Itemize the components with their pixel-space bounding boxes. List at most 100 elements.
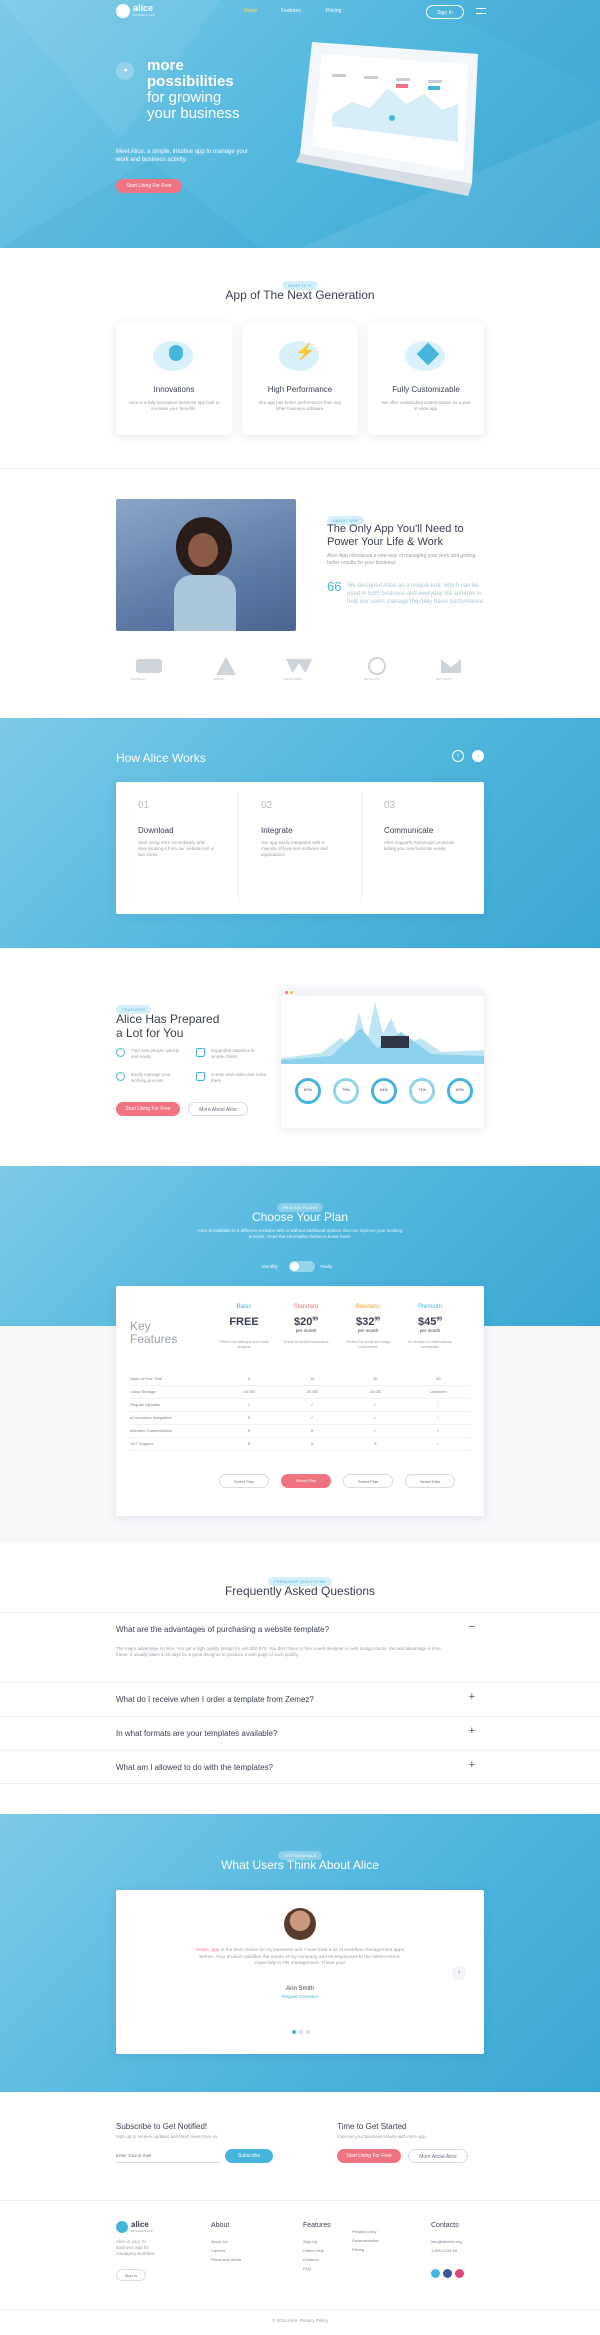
logo-text[interactable]: alice [133,3,153,13]
footer-link[interactable]: Online Help [303,2246,331,2255]
footer-link[interactable]: About Us [211,2237,241,2246]
plan-note: Great for small businesses [283,1340,329,1344]
reviewer-name: Ann Smith [286,1986,314,1992]
plus-icon: + [468,1725,475,1737]
step-title: Download [138,826,174,835]
minus-icon: − [468,1621,475,1633]
footer-column: About About Us Careers Press and Media [211,2221,241,2264]
plan-column: Premium $4599 per month #1 choice for inter… [402,1304,458,1350]
menu-icon[interactable] [476,8,486,14]
about-title: The Only App You'll Need to Power Your L… [327,523,464,548]
step-title: Communicate [384,826,434,835]
footer-link[interactable]: FAQ [303,2264,331,2273]
feature-value: ✕ [343,1437,407,1451]
feature-value: ✕ [280,1424,344,1438]
footer-link[interactable]: Features [303,2255,331,2264]
stats-icon [196,1048,205,1057]
faq-item[interactable]: What are the advantages of purchasing a … [0,1612,600,1646]
table-row: Regular Updates ✓ ✓ ✓ ✓ [130,1398,470,1412]
play-icon[interactable]: ◂ [116,62,134,80]
more-about-button[interactable]: More About Alice [188,1102,248,1116]
footer-sign-in-button[interactable]: Sign In [116,2269,146,2281]
footer-link[interactable]: Sign Up [303,2237,331,2246]
subscribe-button[interactable]: Subscribe [225,2149,273,2163]
footer-column: Contacts info@alicebiz.org 1-800-1234-56 [431,2221,462,2255]
table-row: Cloud Storage 15 GB 20 GB 40 GB Unlimited [130,1385,470,1399]
gauge-value: 54% [379,1087,388,1092]
prev-arrow-icon[interactable]: ‹ [452,750,464,762]
quote-icon: 66 [327,579,342,594]
feature-value: ✕ [217,1424,281,1438]
gauge-value: 79% [341,1087,350,1092]
instagram-icon[interactable] [455,2269,464,2278]
dashboard-screenshot: 62% 79% 54% 71% 63% [281,988,484,1128]
hexagon-logo-icon [368,657,386,675]
testimonial-card: #Alice_app is the best choice for my bus… [116,1890,484,2054]
select-plan-button[interactable]: Select Plan [343,1474,393,1488]
step-number: 01 [138,800,150,811]
select-plan-button[interactable]: Select Plan [219,1474,269,1488]
footer-link[interactable]: 1-800-1234-56 [431,2246,462,2255]
plan-note: Perfect for startups and small projects [219,1340,269,1349]
feature-value: ✕ [217,1437,281,1451]
next-arrow-icon[interactable]: › [452,1966,466,1980]
feature-label: Regular Updates [130,1398,218,1412]
faq-item[interactable]: In what formats are your templates avail… [0,1716,600,1750]
footer-link[interactable]: Careers [211,2246,241,2255]
feature-value: ✓ [217,1398,281,1412]
start-text: Improve your business results with Alice… [337,2134,427,2139]
nav-features[interactable]: Features [281,8,301,14]
footer-logo-subtitle: BUSINESS APP [131,2229,153,2233]
feature-value: 15 GB [217,1385,281,1399]
carousel-dot[interactable] [306,2030,310,2034]
windturbo-logo-icon [286,659,312,673]
feature-card-innovations: Innovations Alice is a fully innovative … [116,323,232,435]
feature-value: ✓ [280,1398,344,1412]
email-input[interactable] [116,2149,220,2163]
sign-in-button[interactable]: Sign In [426,5,464,19]
start-title: Time to Get Started [337,2122,407,2131]
hero-headline: more possibilities for growing your busines… [147,57,240,122]
plan-price: $4599 [418,1316,442,1328]
footer-link[interactable]: Press and Media [211,2255,241,2264]
footer-logo-icon[interactable] [116,2221,128,2233]
select-plan-button[interactable]: Select Plan [281,1474,331,1488]
step-number: 03 [384,800,396,811]
next-arrow-icon[interactable]: › [472,750,484,762]
footer-link[interactable]: Documentation [352,2236,379,2245]
prepared-cta-button[interactable]: Start Using For Free [116,1102,180,1116]
footer-link[interactable]: Privacy policy [352,2227,379,2236]
table-row: eCommerce Integration ✕ ✓ ✓ ✓ [130,1411,470,1425]
area-chart [281,1002,484,1064]
plan-name: Business [355,1304,381,1310]
feature-value: ✓ [343,1398,407,1412]
vertex-logo-icon [216,657,236,675]
hero-cta-button[interactable]: Start Using For Free [116,179,182,193]
carousel-dot[interactable] [299,2030,303,2034]
plan-column: Basic FREE Perfect for startups and small … [216,1304,272,1350]
step-text: Start using Alice immediately after down… [138,840,215,857]
billing-toggle[interactable] [289,1261,315,1272]
faq-item[interactable]: What do I receive when I order a templat… [0,1682,600,1716]
footer-heading: Features [303,2222,331,2229]
logo-icon[interactable] [116,4,130,18]
feature-item: Create new tasks and solve them [211,1072,267,1083]
feature-value: ✓ [406,1437,470,1451]
start-more-button[interactable]: More About Alice [408,2149,468,2163]
start-cta-button[interactable]: Start Using For Free [337,2149,401,2163]
footer: alice BUSINESS APP Alice is your #1 busi… [0,2200,600,2335]
faq-item[interactable]: What am I allowed to do with the templat… [0,1750,600,1784]
select-plan-button[interactable]: Select Plan [405,1474,455,1488]
footer-heading: About [211,2222,230,2229]
footer-logo[interactable]: alice [131,2220,149,2229]
nav-pricing[interactable]: Pricing [326,8,341,14]
footer-link[interactable]: info@alicebiz.org [431,2237,462,2246]
carousel-dot[interactable] [292,2030,296,2034]
woman-photo [116,499,296,631]
pricing-description: Alice is available in 4 different versio… [197,1228,403,1239]
footer-heading: Contacts [431,2222,459,2229]
footer-link[interactable]: Pricing [352,2245,379,2254]
nav-home[interactable]: Home [244,8,257,14]
facebook-icon[interactable] [443,2269,452,2278]
twitter-icon[interactable] [431,2269,440,2278]
